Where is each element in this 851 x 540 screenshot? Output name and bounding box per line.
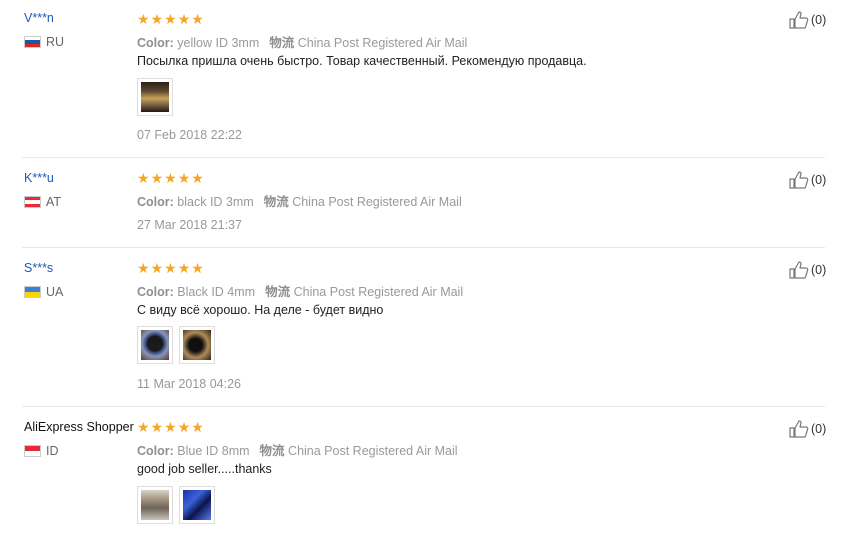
star-icon: ★ — [164, 419, 177, 435]
star-rating: ★ ★ ★ ★ ★ — [137, 171, 204, 185]
shipping-label: 物流 — [259, 444, 285, 458]
review-date: 11 Mar 2018 04:26 — [137, 377, 242, 391]
star-icon: ★ — [191, 170, 204, 186]
star-icon: ★ — [164, 170, 177, 186]
color-value: black ID 3mm — [177, 195, 254, 209]
reviewer-name: AliExpress Shopper — [24, 420, 134, 434]
review-text: good job seller.....thanks — [137, 462, 272, 476]
star-rating: ★ ★ ★ ★ ★ — [137, 261, 204, 275]
color-label: Color: — [137, 36, 174, 50]
country-code: AT — [46, 195, 62, 209]
star-icon: ★ — [177, 260, 191, 276]
review-photos — [137, 326, 215, 364]
star-icon: ★ — [177, 170, 191, 186]
color-label: Color: — [137, 195, 174, 209]
thumbs-up-icon — [789, 171, 809, 189]
star-icon: ★ — [177, 419, 191, 435]
star-icon: ★ — [191, 11, 204, 27]
order-attributes: Color: yellow ID 3mm 物流 China Post Regist… — [137, 32, 467, 51]
star-icon: ★ — [137, 260, 150, 276]
order-attributes: Color: Black ID 4mm 物流 China Post Registe… — [137, 281, 463, 300]
order-attributes: Color: Blue ID 8mm 物流 China Post Register… — [137, 440, 458, 459]
review-date: 27 Mar 2018 21:37 — [137, 218, 242, 232]
country-code: ID — [46, 444, 59, 458]
divider — [22, 247, 825, 248]
color-label: Color: — [137, 285, 174, 299]
review-text: С виду всё хорошо. На деле - будет видно — [137, 303, 384, 317]
helpful-button[interactable]: (0) — [789, 171, 826, 189]
review-text: Посылка пришла очень быстро. Товар качес… — [137, 54, 587, 68]
star-icon: ★ — [150, 11, 164, 27]
helpful-button[interactable]: (0) — [789, 261, 826, 279]
reviewer-country: RU — [24, 35, 64, 49]
reviewer-name[interactable]: V***n — [24, 11, 54, 25]
review-photo-thumbnail[interactable] — [137, 326, 173, 364]
helpful-count: (0) — [811, 263, 827, 277]
color-value: Blue ID 8mm — [177, 444, 250, 458]
color-value: Black ID 4mm — [177, 285, 256, 299]
helpful-button[interactable]: (0) — [789, 420, 826, 438]
review-photos — [137, 78, 173, 116]
reviewer-name[interactable]: S***s — [24, 261, 53, 275]
star-icon: ★ — [150, 260, 164, 276]
reviewer-country: ID — [24, 444, 59, 458]
thumbs-up-icon — [789, 261, 809, 279]
review-photo-thumbnail[interactable] — [179, 326, 215, 364]
color-label: Color: — [137, 444, 174, 458]
star-icon: ★ — [191, 260, 204, 276]
flag-icon — [24, 286, 41, 298]
review-photo-thumbnail[interactable] — [179, 486, 215, 524]
star-icon: ★ — [164, 260, 177, 276]
shipping-value: China Post Registered Air Mail — [288, 444, 458, 458]
review-photos — [137, 486, 215, 524]
helpful-count: (0) — [811, 13, 827, 27]
divider — [22, 157, 825, 158]
star-icon: ★ — [191, 419, 204, 435]
country-code: UA — [46, 285, 64, 299]
star-icon: ★ — [137, 11, 150, 27]
shipping-label: 物流 — [265, 285, 291, 299]
helpful-count: (0) — [811, 173, 827, 187]
order-attributes: Color: black ID 3mm 物流 China Post Registe… — [137, 191, 462, 210]
divider — [22, 406, 825, 407]
flag-icon — [24, 196, 41, 208]
star-icon: ★ — [137, 170, 150, 186]
helpful-count: (0) — [811, 422, 827, 436]
reviewer-name[interactable]: K***u — [24, 171, 54, 185]
star-icon: ★ — [164, 11, 177, 27]
thumbs-up-icon — [789, 11, 809, 29]
shipping-value: China Post Registered Air Mail — [293, 285, 464, 299]
reviewer-country: AT — [24, 195, 61, 209]
star-icon: ★ — [150, 419, 164, 435]
country-code: RU — [46, 35, 65, 49]
shipping-value: China Post Registered Air Mail — [292, 195, 462, 209]
star-icon: ★ — [137, 419, 150, 435]
review-photo-thumbnail[interactable] — [137, 78, 173, 116]
flag-icon — [24, 36, 41, 48]
shipping-value: China Post Registered Air Mail — [297, 36, 468, 50]
star-icon: ★ — [150, 170, 164, 186]
star-rating: ★ ★ ★ ★ ★ — [137, 12, 204, 26]
color-value: yellow ID 3mm — [177, 36, 260, 50]
review-date: 07 Feb 2018 22:22 — [137, 128, 242, 142]
thumbs-up-icon — [789, 420, 809, 438]
helpful-button[interactable]: (0) — [789, 11, 826, 29]
reviewer-country: UA — [24, 285, 63, 299]
shipping-label: 物流 — [269, 36, 295, 50]
star-rating: ★ ★ ★ ★ ★ — [137, 420, 204, 434]
star-icon: ★ — [177, 11, 191, 27]
flag-icon — [24, 445, 41, 457]
review-photo-thumbnail[interactable] — [137, 486, 173, 524]
shipping-label: 物流 — [263, 195, 289, 209]
